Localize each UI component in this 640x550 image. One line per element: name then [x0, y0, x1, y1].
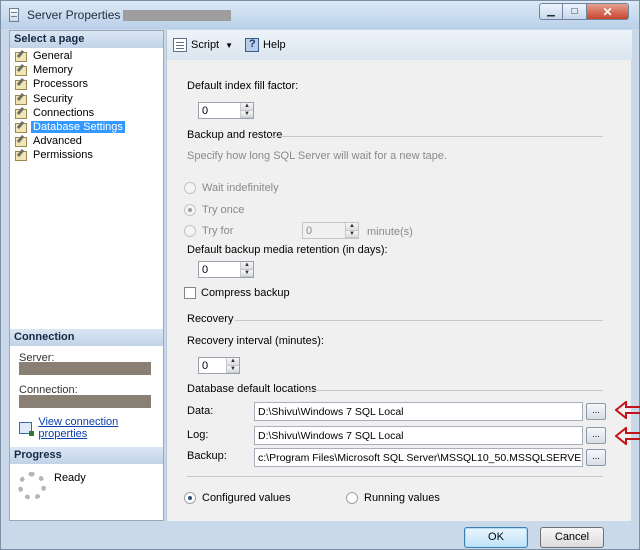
backup-path-field[interactable]: c:\Program Files\Microsoft SQL Server\MS…	[254, 448, 583, 467]
wrench-icon	[14, 149, 28, 162]
help-icon	[245, 38, 260, 52]
backup-restore-header: Backup and restore	[187, 129, 283, 141]
data-path-field[interactable]: D:\Shivu\Windows 7 SQL Local	[254, 402, 583, 421]
try-for-unit: minute(s)	[367, 226, 413, 238]
view-connection-properties[interactable]: View connection properties	[19, 416, 163, 440]
title-bar: Server Properties - ▁ □ ✕	[1, 1, 639, 29]
backup-label: Backup:	[187, 450, 227, 462]
page-item-security[interactable]: Security	[12, 92, 162, 106]
data-label: Data:	[187, 405, 214, 417]
left-pane: Select a page General Memory Processors …	[9, 30, 164, 521]
page-item-database-settings[interactable]: Database Settings	[12, 120, 162, 134]
document-icon	[9, 8, 19, 22]
retention-spinner[interactable]: 0 ▲ ▼	[198, 261, 254, 278]
spin-up-icon[interactable]: ▲	[241, 262, 253, 270]
connection-properties-icon	[19, 422, 35, 436]
page-item-connections[interactable]: Connections	[12, 106, 162, 120]
wrench-icon	[14, 135, 28, 148]
divider	[187, 476, 603, 477]
script-icon	[173, 38, 187, 52]
view-connection-link[interactable]: View connection properties	[38, 416, 163, 440]
chevron-down-icon[interactable]: ▼	[225, 41, 233, 50]
recovery-interval-spinner[interactable]: 0 ▲ ▼	[198, 357, 240, 374]
divider	[271, 136, 603, 137]
default-locations-header: Database default locations	[187, 383, 317, 395]
window-controls: ▁ □ ✕	[539, 3, 629, 20]
page-item-memory[interactable]: Memory	[12, 63, 162, 77]
recovery-interval-label: Recovery interval (minutes):	[187, 335, 324, 347]
redacted-server-name	[123, 10, 231, 21]
spin-down-icon[interactable]: ▼	[227, 365, 239, 373]
settings-pane: Script ▼ Help Default index fill factor:…	[166, 30, 640, 521]
compress-backup-checkbox[interactable]: Compress backup	[184, 287, 290, 299]
red-arrow-log-icon	[615, 427, 640, 445]
wrench-icon	[14, 93, 28, 105]
wait-indefinitely-radio[interactable]: Wait indefinitely	[184, 182, 279, 194]
fill-factor-spinner[interactable]: 0 ▲ ▼	[198, 102, 254, 119]
log-path-field[interactable]: D:\Shivu\Windows 7 SQL Local	[254, 426, 583, 445]
retention-label: Default backup media retention (in days)…	[187, 244, 388, 256]
ok-button[interactable]: OK	[464, 527, 528, 548]
toolbar: Script ▼ Help	[167, 30, 632, 60]
data-browse-button[interactable]: ...	[586, 403, 606, 420]
page-list: General Memory Processors Security Conne…	[12, 49, 162, 163]
try-for-radio[interactable]: Try for	[184, 225, 233, 237]
wrench-icon	[14, 64, 28, 77]
spin-down-icon[interactable]: ▼	[241, 110, 253, 118]
help-button[interactable]: Help	[245, 38, 286, 52]
select-page-header: Select a page	[10, 31, 163, 48]
progress-status: Ready	[54, 472, 86, 484]
cancel-button[interactable]: Cancel	[540, 527, 604, 548]
spin-up-icon[interactable]: ▲	[346, 223, 358, 231]
server-properties-window: Server Properties - ▁ □ ✕ Select a page …	[0, 0, 640, 550]
recovery-header: Recovery	[187, 313, 234, 325]
wrench-icon	[14, 121, 28, 134]
try-once-radio[interactable]: Try once	[184, 204, 244, 216]
connection-header: Connection	[10, 329, 163, 346]
page-item-processors[interactable]: Processors	[12, 77, 162, 91]
progress-spinner-icon	[18, 472, 46, 500]
log-label: Log:	[187, 429, 209, 441]
configured-values-radio[interactable]: Configured values	[184, 492, 291, 504]
minimize-button[interactable]: ▁	[539, 3, 563, 20]
maximize-button[interactable]: □	[563, 3, 587, 20]
wrench-icon	[14, 50, 28, 63]
red-arrow-data-icon	[615, 401, 640, 419]
redacted-server-value	[19, 362, 151, 375]
backup-browse-button[interactable]: ...	[586, 449, 606, 466]
window-title: Server Properties -	[27, 8, 128, 22]
close-button[interactable]: ✕	[587, 3, 629, 20]
page-item-permissions[interactable]: Permissions	[12, 148, 162, 162]
log-browse-button[interactable]: ...	[586, 427, 606, 444]
fill-factor-label: Default index fill factor:	[187, 80, 299, 92]
page-item-advanced[interactable]: Advanced	[12, 134, 162, 148]
redacted-connection-value	[19, 395, 151, 408]
spin-up-icon[interactable]: ▲	[241, 103, 253, 111]
spin-down-icon[interactable]: ▼	[241, 269, 253, 277]
divider	[235, 320, 603, 321]
spin-down-icon[interactable]: ▼	[346, 230, 358, 238]
wrench-icon	[14, 107, 28, 119]
backup-description: Specify how long SQL Server will wait fo…	[187, 150, 448, 162]
progress-header: Progress	[10, 447, 163, 464]
divider	[301, 390, 603, 391]
wrench-icon	[14, 78, 28, 91]
running-values-radio[interactable]: Running values	[346, 492, 440, 504]
script-button[interactable]: Script ▼	[173, 38, 233, 52]
page-item-general[interactable]: General	[12, 49, 162, 63]
spin-up-icon[interactable]: ▲	[227, 358, 239, 366]
try-for-minutes-spinner[interactable]: 0 ▲ ▼	[302, 222, 359, 239]
